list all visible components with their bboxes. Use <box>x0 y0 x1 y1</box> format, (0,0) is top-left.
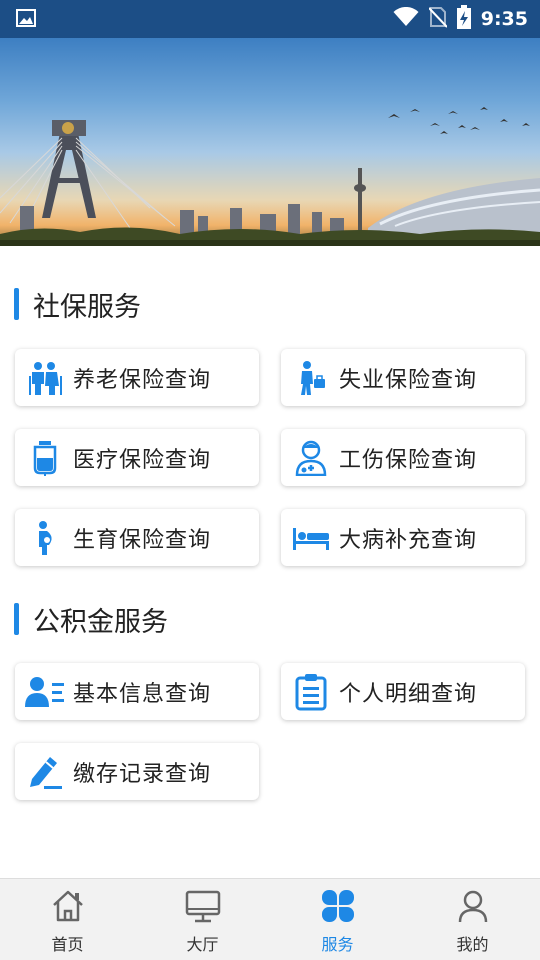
card-label: 工伤保险查询 <box>339 447 478 473</box>
city-banner <box>0 38 540 246</box>
serious-illness-card[interactable]: 大病补充查询 <box>281 509 525 566</box>
card-label: 个人明细查询 <box>339 681 478 707</box>
doctor-icon <box>291 438 331 478</box>
gallery-icon <box>16 9 36 31</box>
injury-insurance-card[interactable]: 工伤保险查询 <box>281 429 525 486</box>
home-icon <box>51 889 85 927</box>
card-label: 基本信息查询 <box>73 681 212 707</box>
card-label: 失业保险查询 <box>339 367 478 393</box>
card-label: 养老保险查询 <box>73 367 212 393</box>
section-title-text: 社保服务 <box>33 291 141 323</box>
card-label: 生育保险查询 <box>73 527 212 553</box>
nav-label: 首页 <box>51 935 84 954</box>
section-accent-bar <box>14 603 19 635</box>
monitor-icon <box>185 889 221 927</box>
clipboard-icon <box>291 672 331 712</box>
section-title-housing-fund: 公积金服务 <box>14 602 168 638</box>
hospital-bed-icon <box>291 518 331 558</box>
basic-info-card[interactable]: 基本信息查询 <box>15 663 259 720</box>
medical-insurance-card[interactable]: 医疗保险查询 <box>15 429 259 486</box>
maternity-insurance-card[interactable]: 生育保险查询 <box>15 509 259 566</box>
pension-insurance-card[interactable]: 养老保险查询 <box>15 349 259 406</box>
elderly-couple-icon <box>25 358 65 398</box>
card-label: 缴存记录查询 <box>73 761 212 787</box>
battery-charging-icon <box>456 5 471 33</box>
user-info-icon <box>25 672 65 712</box>
personal-detail-card[interactable]: 个人明细查询 <box>281 663 525 720</box>
iv-drip-icon <box>25 438 65 478</box>
job-seeker-icon <box>291 358 331 398</box>
section-title-text: 公积金服务 <box>33 606 168 638</box>
card-label: 医疗保险查询 <box>73 447 212 473</box>
clover-icon <box>321 889 355 927</box>
section-accent-bar <box>14 288 19 320</box>
unemployment-insurance-card[interactable]: 失业保险查询 <box>281 349 525 406</box>
nav-home[interactable]: 首页 <box>0 879 135 960</box>
no-sim-icon <box>428 6 448 32</box>
nav-hall[interactable]: 大厅 <box>135 879 270 960</box>
status-bar: 9:35 <box>0 0 540 38</box>
status-time: 9:35 <box>480 8 528 30</box>
bottom-nav: 首页 大厅 服务 我的 <box>0 878 540 960</box>
wifi-icon <box>393 6 419 31</box>
nav-service[interactable]: 服务 <box>270 879 405 960</box>
pregnant-woman-icon <box>25 518 65 558</box>
nav-label: 大厅 <box>186 935 219 954</box>
card-label: 大病补充查询 <box>339 527 478 553</box>
deposit-record-card[interactable]: 缴存记录查询 <box>15 743 259 800</box>
nav-label: 我的 <box>456 935 489 954</box>
nav-mine[interactable]: 我的 <box>405 879 540 960</box>
section-title-social-security: 社保服务 <box>14 287 141 323</box>
person-icon <box>456 889 490 927</box>
pen-record-icon <box>25 752 65 792</box>
nav-label: 服务 <box>321 935 354 954</box>
